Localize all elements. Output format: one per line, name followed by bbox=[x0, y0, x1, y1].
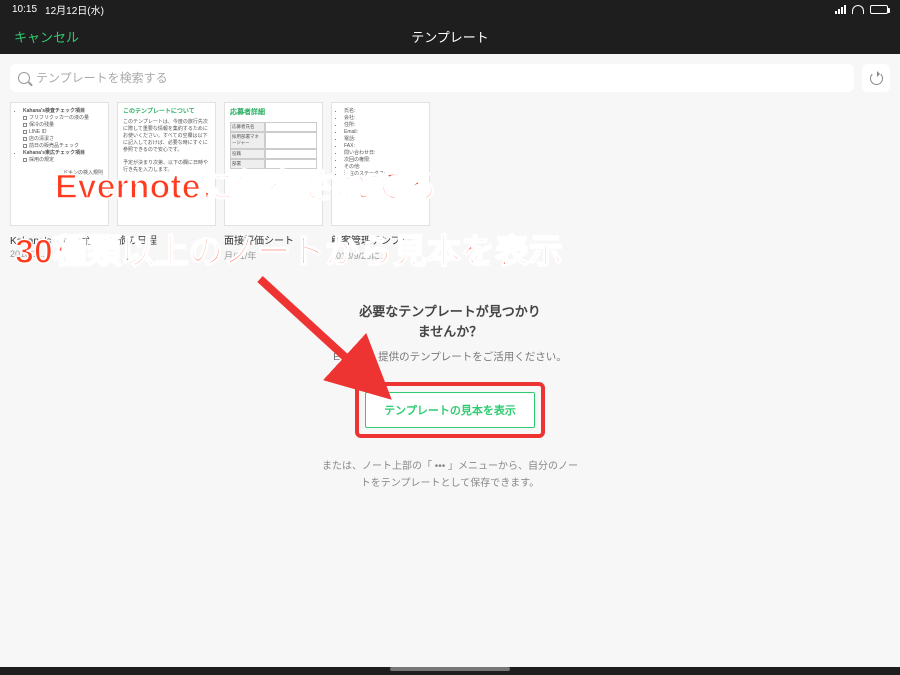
home-indicator[interactable] bbox=[390, 667, 510, 671]
template-card[interactable]: このテンプレートについて このテンプレートは、今度の旅行先次に際して重要な情報を… bbox=[117, 102, 216, 262]
bottom-bar bbox=[0, 667, 900, 675]
template-date: 2018/1... bbox=[10, 249, 109, 259]
refresh-icon bbox=[870, 72, 883, 85]
page-title: テンプレート bbox=[411, 27, 489, 46]
template-thumbnail: Kahana's検査チェック項目 フリフリクッカーの液の量 保冷の残量 LINE… bbox=[10, 102, 109, 226]
templates-grid: Kahana's検査チェック項目 フリフリクッカーの液の量 保冷の残量 LINE… bbox=[10, 102, 890, 262]
status-time: 10:15 bbox=[12, 4, 37, 15]
search-icon bbox=[18, 72, 30, 84]
template-thumbnail: 氏名:会社: 住所:Email: 電話:FAX: 問い合わせ日:次回の権限: そ… bbox=[331, 102, 430, 226]
template-title: Kahana's 各店舗チェッ... bbox=[10, 232, 109, 247]
refresh-button[interactable] bbox=[862, 64, 890, 92]
template-title: 旅の日程 bbox=[117, 232, 216, 247]
wifi-icon bbox=[852, 5, 864, 14]
template-title: 顧客管理テンプレート bbox=[331, 232, 430, 247]
signal-icon bbox=[835, 5, 846, 14]
status-date: 12月12日(水) bbox=[45, 2, 104, 17]
annotation-arrow-icon bbox=[250, 269, 410, 409]
main-content: Kahana's検査チェック項目 フリフリクッカーの液の量 保冷の残量 LINE… bbox=[0, 54, 900, 667]
template-card[interactable]: 氏名:会社: 住所:Email: 電話:FAX: 問い合わせ日:次回の権限: そ… bbox=[331, 102, 430, 262]
template-date: 2018/9/26に... bbox=[331, 249, 430, 262]
no-results-tail: または、ノート上部の「 ••• 」メニューから、自分のノートをテンプレートとして… bbox=[320, 458, 580, 492]
template-title: 面接評価シート bbox=[224, 232, 323, 247]
template-date: 月/11/年 bbox=[224, 249, 323, 262]
battery-icon bbox=[870, 5, 888, 14]
search-box[interactable] bbox=[10, 64, 854, 92]
template-card[interactable]: 応募者詳細 応募者氏名 採用部署マネージャー 役職 部署 面接評価シート 月/1… bbox=[224, 102, 323, 262]
template-thumbnail: このテンプレートについて このテンプレートは、今度の旅行先次に際して重要な情報を… bbox=[117, 102, 216, 226]
cancel-button[interactable]: キャンセル bbox=[14, 27, 79, 46]
search-input[interactable] bbox=[36, 71, 846, 85]
nav-bar: キャンセル テンプレート bbox=[0, 18, 900, 54]
template-thumbnail: 応募者詳細 応募者氏名 採用部署マネージャー 役職 部署 bbox=[224, 102, 323, 226]
status-bar: 10:15 12月12日(水) bbox=[0, 0, 900, 18]
template-card[interactable]: Kahana's検査チェック項目 フリフリクッカーの液の量 保冷の残量 LINE… bbox=[10, 102, 109, 262]
no-results-heading: ませんか？ bbox=[418, 324, 483, 339]
